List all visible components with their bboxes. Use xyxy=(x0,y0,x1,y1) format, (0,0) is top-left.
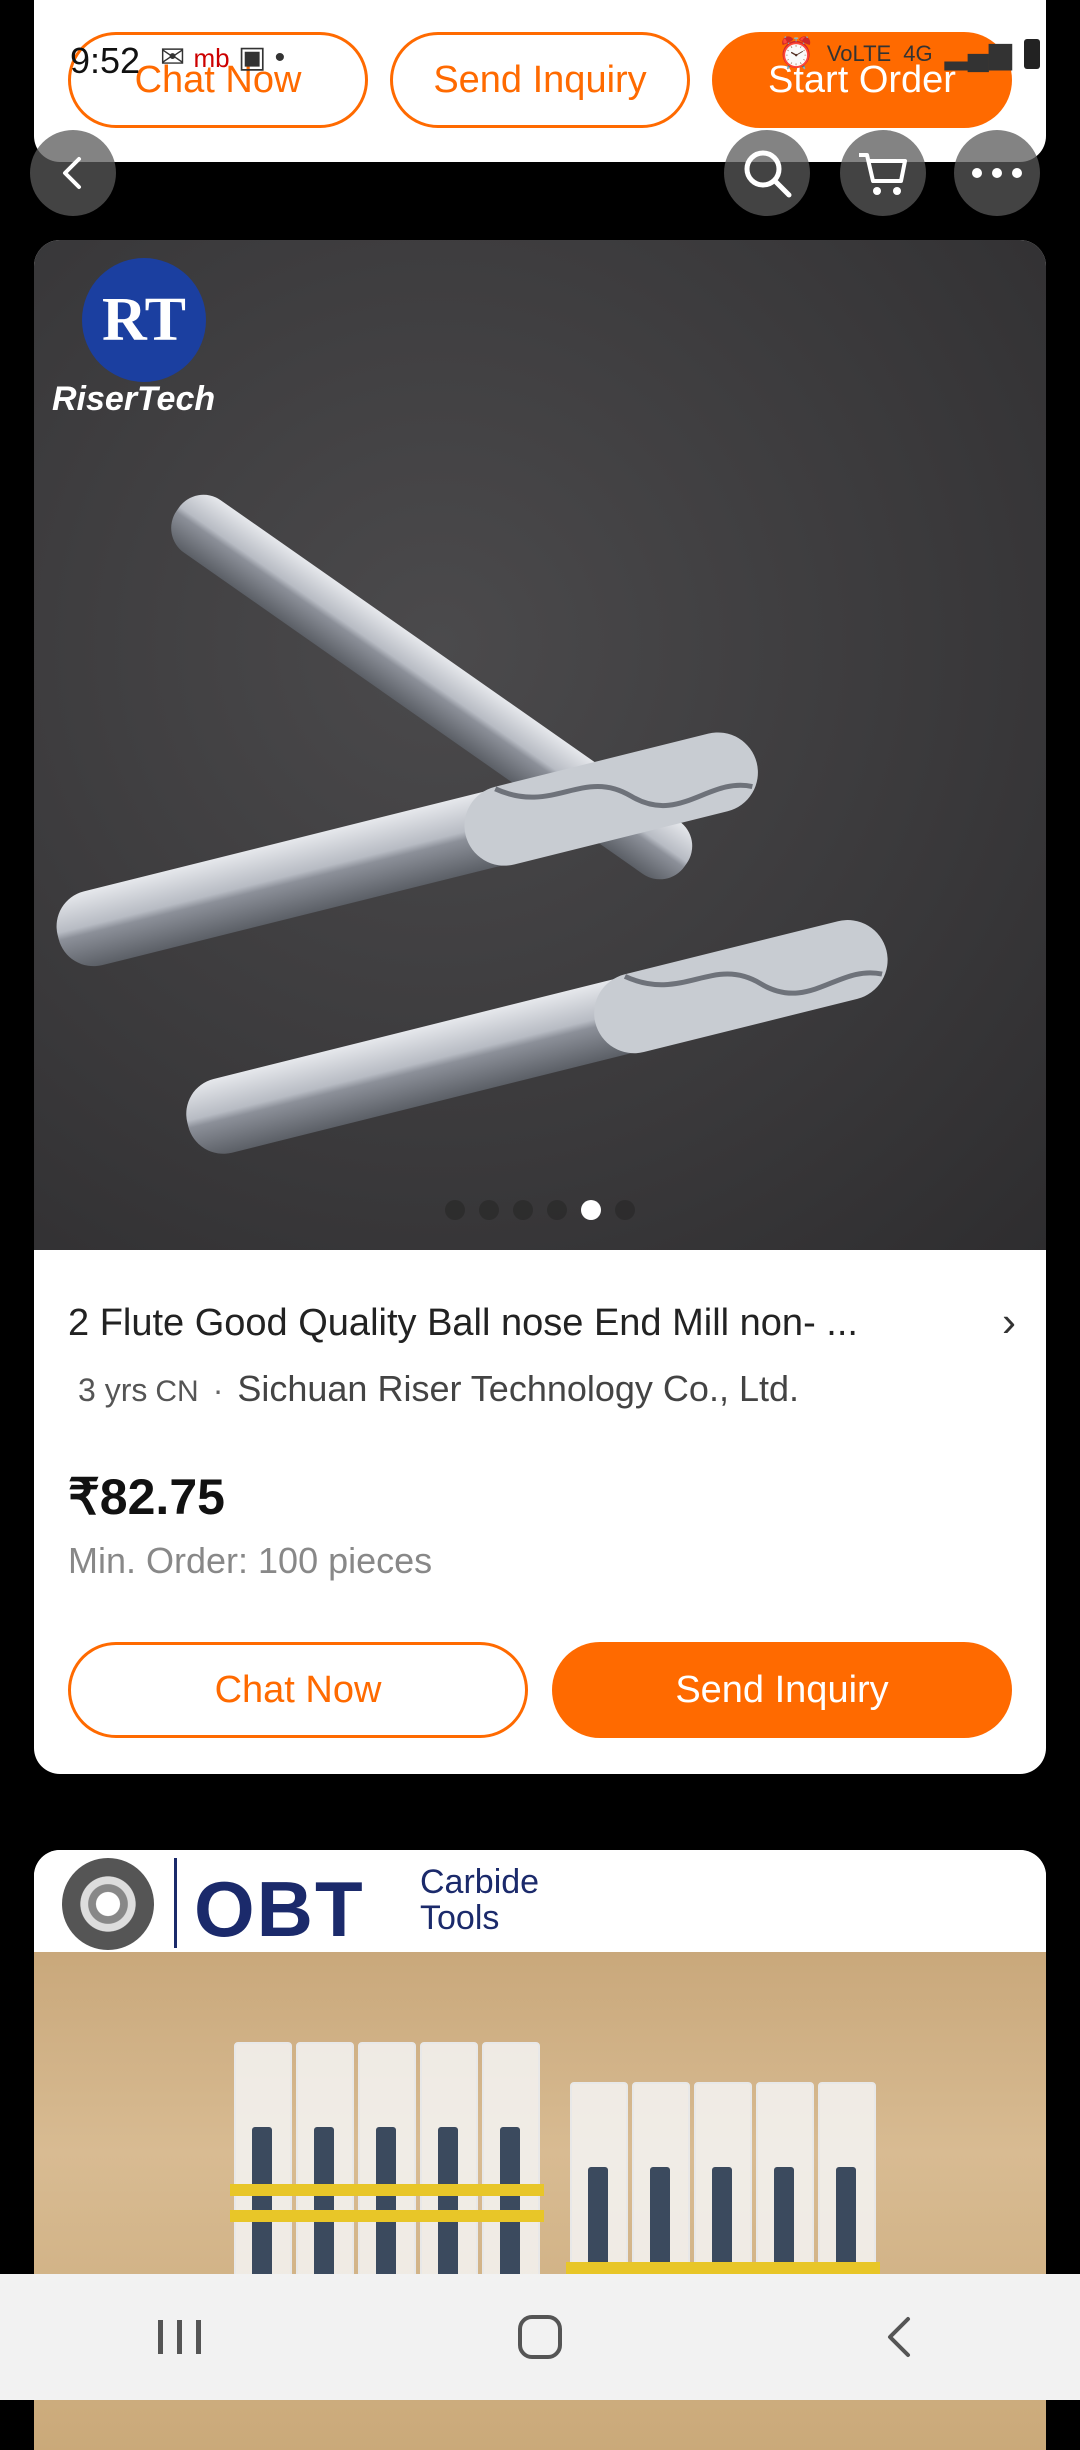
product-title[interactable]: 2 Flute Good Quality Ball nose End Mill … xyxy=(68,1302,918,1345)
recent-apps-icon[interactable] xyxy=(150,2312,210,2362)
search-button[interactable] xyxy=(724,130,810,216)
rubber-band xyxy=(230,2210,544,2222)
chat-now-button-top[interactable]: Chat Now xyxy=(68,32,368,128)
carousel-indicator xyxy=(34,1200,1046,1220)
rubber-band xyxy=(566,2262,880,2274)
back-button[interactable] xyxy=(30,130,116,216)
supplier-name: Sichuan Riser Technology Co., Ltd. xyxy=(237,1368,799,1409)
carousel-dot[interactable] xyxy=(581,1200,601,1220)
send-inquiry-button[interactable]: Send Inquiry xyxy=(552,1642,1012,1738)
chat-now-label: Chat Now xyxy=(134,58,302,101)
search-icon xyxy=(744,150,792,198)
supplier-years: 3 yrs xyxy=(78,1372,148,1408)
send-inquiry-label: Send Inquiry xyxy=(675,1668,889,1711)
home-icon[interactable] xyxy=(510,2307,570,2367)
svg-text:RT: RT xyxy=(102,286,186,354)
system-nav-bar xyxy=(0,2274,1080,2400)
carousel-dot[interactable] xyxy=(513,1200,533,1220)
brand-logo-icon xyxy=(62,1858,154,1950)
carousel-dot[interactable] xyxy=(615,1200,635,1220)
chevron-right-icon[interactable]: › xyxy=(1002,1298,1016,1346)
product-card[interactable]: RT RiserTech 2 Flute Good Quality Ball n… xyxy=(34,240,1046,1774)
supplier-country: CN xyxy=(155,1375,199,1408)
more-icon xyxy=(972,168,1022,178)
start-order-label: Start Order xyxy=(768,58,956,101)
brand-divider xyxy=(174,1858,177,1948)
price: ₹82.75 xyxy=(68,1469,225,1525)
brand-subtitle-line1: Carbide xyxy=(420,1863,540,1901)
rubber-band xyxy=(230,2184,544,2196)
more-button[interactable] xyxy=(954,130,1040,216)
brand-name: OBT xyxy=(194,1865,365,1953)
min-order: Min. Order: 100 pieces xyxy=(68,1540,433,1581)
system-back-icon[interactable] xyxy=(870,2307,930,2367)
cart-icon xyxy=(859,153,907,195)
image-logo-text: RiserTech xyxy=(52,380,216,418)
product-image[interactable]: RT RiserTech xyxy=(34,240,1046,1250)
send-inquiry-label: Send Inquiry xyxy=(433,58,647,101)
supplier-row[interactable]: 3 yrs CN · Sichuan Riser Technology Co.,… xyxy=(78,1368,799,1410)
carousel-dot[interactable] xyxy=(479,1200,499,1220)
brand-banner: OBT Carbide Tools xyxy=(34,1850,1046,1953)
separator: · xyxy=(212,1372,224,1408)
chat-now-button[interactable]: Chat Now xyxy=(68,1642,528,1738)
carousel-dot[interactable] xyxy=(547,1200,567,1220)
brand-subtitle: Carbide Tools xyxy=(420,1864,539,1936)
send-inquiry-button-top[interactable]: Send Inquiry xyxy=(390,32,690,128)
start-order-button[interactable]: Start Order xyxy=(712,32,1012,128)
brand-subtitle-line2: Tools xyxy=(420,1899,500,1937)
chat-now-label: Chat Now xyxy=(214,1668,382,1711)
carousel-dot[interactable] xyxy=(445,1200,465,1220)
cart-button[interactable] xyxy=(840,130,926,216)
back-arrow-icon xyxy=(63,157,81,189)
